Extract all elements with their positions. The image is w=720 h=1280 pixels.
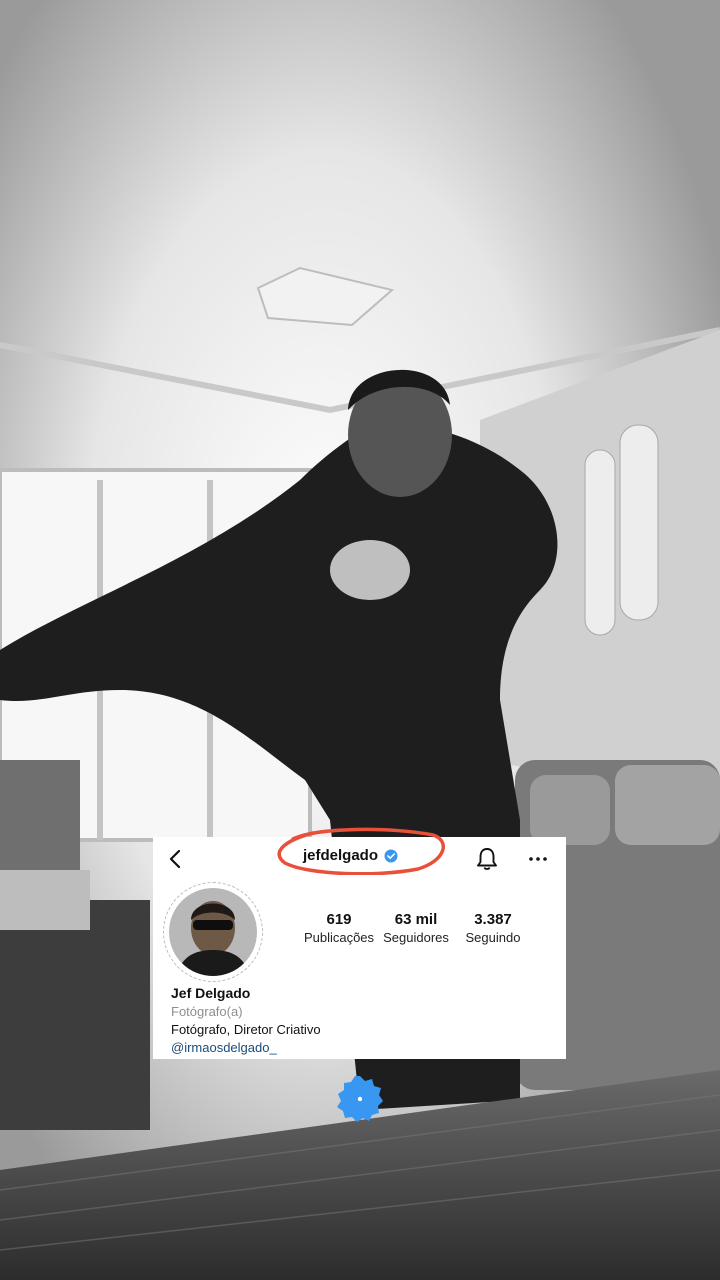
more-icon[interactable] — [526, 847, 550, 871]
avatar-image — [169, 888, 257, 976]
stat-value: 3.387 — [474, 911, 512, 928]
bio-link[interactable]: @irmaosdelgado_ — [171, 1040, 551, 1055]
stat-posts[interactable]: 619 Publicações — [301, 911, 377, 945]
avatar[interactable] — [163, 882, 263, 982]
stat-label: Seguindo — [465, 930, 521, 945]
back-button[interactable] — [165, 849, 185, 869]
display-name: Jef Delgado — [171, 985, 251, 1001]
stat-following[interactable]: 3.387 Seguindo — [455, 911, 531, 945]
verified-badge-icon — [384, 849, 398, 862]
verified-sticker-icon — [337, 1076, 383, 1122]
profile-card: jefdelgado 619 Publicações 63 mil Seguid… — [153, 827, 566, 1059]
profile-bio: Jef Delgado Fotógrafo(a) Fotógrafo, Dire… — [171, 985, 551, 1055]
profile-stats: 619 Publicações 63 mil Seguidores 3.387 … — [301, 911, 531, 945]
stat-followers[interactable]: 63 mil Seguidores — [378, 911, 454, 945]
stat-value: 619 — [326, 911, 352, 928]
stat-value: 63 mil — [394, 911, 438, 928]
username-header: jefdelgado — [303, 847, 398, 864]
bell-icon[interactable] — [476, 847, 498, 871]
chevron-left-icon — [169, 850, 181, 868]
stat-label: Publicações — [303, 930, 375, 945]
username: jefdelgado — [303, 847, 379, 864]
bio-text: Fotógrafo, Diretor Criativo — [171, 1022, 321, 1037]
stat-label: Seguidores — [383, 930, 449, 945]
profile-category: Fotógrafo(a) — [171, 1004, 243, 1019]
